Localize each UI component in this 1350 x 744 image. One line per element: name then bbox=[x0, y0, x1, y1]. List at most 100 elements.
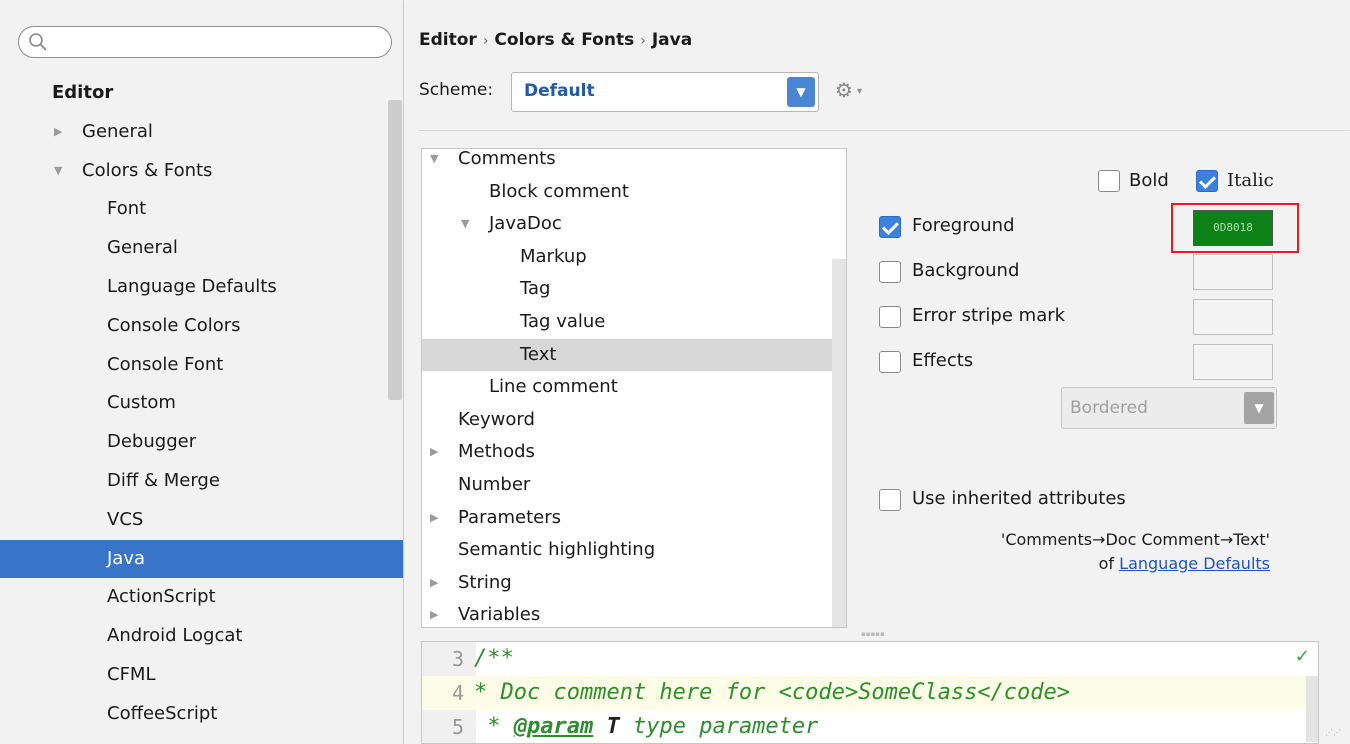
attribute-tree-label: JavaDoc bbox=[489, 213, 562, 235]
sidebar-item-label: Colors & Fonts bbox=[82, 159, 213, 181]
effect-type-value: Bordered bbox=[1070, 398, 1148, 418]
attribute-tree-item[interactable]: ▶ Methods bbox=[422, 436, 846, 468]
italic-checkbox[interactable] bbox=[1196, 170, 1218, 192]
sidebar-item-label: Font bbox=[107, 198, 147, 220]
breadcrumb-java: Java bbox=[651, 30, 693, 50]
sidebar-item-label: Console Colors bbox=[107, 314, 241, 336]
collapsed-arrow-icon[interactable]: ▶ bbox=[430, 599, 438, 627]
bold-checkbox[interactable] bbox=[1098, 170, 1120, 192]
tree-scrollbar[interactable] bbox=[832, 259, 846, 627]
attribute-tree-item[interactable]: Tag value bbox=[422, 306, 846, 338]
code-line-current: 4 * Doc comment here for <code>SomeClass… bbox=[422, 676, 1318, 710]
line-number: 4 bbox=[422, 676, 464, 710]
code-post: type parameter bbox=[619, 714, 819, 739]
collapsed-arrow-icon[interactable]: ▶ bbox=[430, 436, 438, 468]
sidebar-item[interactable]: Font bbox=[0, 190, 403, 228]
breadcrumb-separator: › bbox=[482, 33, 489, 49]
type-parameter: T bbox=[606, 714, 620, 739]
code-preview[interactable]: 3 /** 4 * Doc comment here for <code>Som… bbox=[421, 641, 1319, 744]
collapsed-arrow-icon[interactable]: ▶ bbox=[430, 567, 438, 599]
background-color-swatch[interactable] bbox=[1193, 254, 1273, 290]
attribute-tree-label: Markup bbox=[520, 245, 587, 267]
sidebar-item-label: CFML bbox=[107, 664, 156, 685]
effect-type-dropdown[interactable]: Bordered ▼ bbox=[1061, 387, 1277, 429]
expanded-arrow-icon[interactable]: ▼ bbox=[430, 149, 438, 175]
error-stripe-color-swatch[interactable] bbox=[1193, 299, 1273, 335]
sidebar-item[interactable]: Console Font bbox=[0, 346, 403, 384]
sidebar-item[interactable]: ▼ Colors & Fonts bbox=[0, 152, 403, 190]
resize-corner-icon[interactable]: ⋰⋰ bbox=[1325, 728, 1341, 737]
inherited-attributes-checkbox[interactable] bbox=[879, 489, 901, 511]
sidebar-item[interactable]: Console Colors bbox=[0, 307, 403, 345]
sidebar-item[interactable]: Debugger bbox=[0, 423, 403, 461]
attribute-tree-item[interactable]: ▶ String bbox=[422, 567, 846, 599]
sidebar-item[interactable]: Language Defaults bbox=[0, 268, 403, 306]
attribute-tree-item[interactable]: Block comment bbox=[422, 176, 846, 208]
scheme-dropdown[interactable]: Default ▼ bbox=[511, 72, 819, 112]
italic-label: Italic bbox=[1227, 170, 1274, 191]
attribute-tree-item[interactable]: ▶ Variables bbox=[422, 599, 846, 627]
sidebar-item-label: Debugger bbox=[107, 431, 197, 453]
sidebar-item[interactable]: CFML bbox=[0, 656, 403, 694]
sidebar-item[interactable]: Java bbox=[0, 539, 403, 578]
sidebar-item-label: CSS bbox=[107, 734, 142, 744]
attribute-tree-item[interactable]: Keyword bbox=[422, 404, 846, 436]
splitter-grip[interactable]: ▪▪▪▪▪ bbox=[861, 630, 885, 638]
attribute-tree-label: Tag value bbox=[520, 311, 606, 332]
effects-color-swatch[interactable] bbox=[1193, 344, 1273, 380]
highlight-frame bbox=[1171, 203, 1299, 253]
sidebar-item[interactable]: General bbox=[0, 229, 403, 267]
chevron-down-icon[interactable]: ▼ bbox=[787, 77, 815, 107]
caret-down-icon: ▾ bbox=[857, 86, 863, 97]
chevron-down-icon[interactable]: ▼ bbox=[1244, 392, 1274, 424]
inspection-ok-icon[interactable]: ✓ bbox=[1295, 646, 1310, 667]
sidebar-item[interactable]: Diff & Merge bbox=[0, 462, 403, 500]
attribute-tree-label: String bbox=[458, 571, 512, 593]
effects-checkbox[interactable] bbox=[879, 351, 901, 373]
sidebar-item[interactable]: CoffeeScript bbox=[0, 695, 403, 733]
attribute-tree-item[interactable]: Text bbox=[422, 338, 846, 371]
inherited-attributes-label: Use inherited attributes bbox=[912, 488, 1126, 509]
javadoc-tag: @param bbox=[513, 714, 594, 739]
expanded-arrow-icon[interactable]: ▼ bbox=[461, 208, 469, 240]
preview-scrollbar[interactable] bbox=[1306, 676, 1318, 742]
attribute-tree-item[interactable]: Semantic highlighting bbox=[422, 534, 846, 566]
attribute-tree-item[interactable]: ▼ JavaDoc bbox=[422, 208, 846, 240]
sidebar-item-label: Console Font bbox=[107, 353, 224, 375]
sidebar-item[interactable]: Custom bbox=[0, 384, 403, 422]
sidebar-item[interactable]: Editor bbox=[0, 74, 403, 112]
sidebar-item[interactable]: ▶ General bbox=[0, 113, 403, 151]
background-checkbox[interactable] bbox=[879, 261, 901, 283]
language-defaults-link[interactable]: Language Defaults bbox=[1119, 554, 1270, 573]
attribute-tree-item[interactable]: ▶ Parameters bbox=[422, 502, 846, 534]
attribute-tree-label: Line comment bbox=[489, 376, 618, 398]
expanded-arrow-icon[interactable]: ▼ bbox=[54, 152, 62, 190]
attribute-tree-item[interactable]: Line comment bbox=[422, 371, 846, 403]
attribute-tree-label: Text bbox=[520, 343, 557, 365]
sidebar-item[interactable]: ActionScript bbox=[0, 578, 403, 616]
sidebar-scrollbar[interactable] bbox=[388, 100, 402, 400]
attribute-tree-item[interactable]: Markup bbox=[422, 241, 846, 273]
attribute-tree-label: Semantic highlighting bbox=[458, 539, 656, 561]
search-input[interactable] bbox=[18, 26, 392, 58]
scheme-label: Scheme: bbox=[419, 80, 494, 100]
sidebar-item-label: General bbox=[107, 237, 178, 259]
sidebar-item-label: Custom bbox=[107, 392, 176, 414]
sidebar-item-label: General bbox=[82, 120, 153, 142]
error-stripe-checkbox[interactable] bbox=[879, 306, 901, 328]
collapsed-arrow-icon[interactable]: ▶ bbox=[54, 113, 62, 151]
sidebar-item[interactable]: Android Logcat bbox=[0, 617, 403, 655]
collapsed-arrow-icon[interactable]: ▶ bbox=[430, 502, 438, 534]
attribute-tree-label: Tag bbox=[520, 278, 551, 300]
attribute-tree-item[interactable]: Tag bbox=[422, 273, 846, 305]
breadcrumb-colors-fonts: Colors & Fonts bbox=[494, 30, 635, 50]
breadcrumb: Editor › Colors & Fonts › Java bbox=[419, 30, 692, 50]
sidebar-item[interactable]: CSS bbox=[0, 734, 403, 744]
sidebar-item[interactable]: VCS bbox=[0, 501, 403, 539]
gear-icon[interactable]: ⚙ ▾ bbox=[835, 78, 869, 104]
inherited-path: 'Comments→Doc Comment→Text' bbox=[1000, 530, 1270, 549]
attribute-tree-item[interactable]: ▼ Comments bbox=[422, 149, 846, 175]
foreground-checkbox[interactable] bbox=[879, 216, 901, 238]
attribute-tree: ▼ Comments Block comment ▼ JavaDoc Markup Tag T… bbox=[421, 148, 847, 628]
attribute-tree-item[interactable]: Number bbox=[422, 469, 846, 501]
